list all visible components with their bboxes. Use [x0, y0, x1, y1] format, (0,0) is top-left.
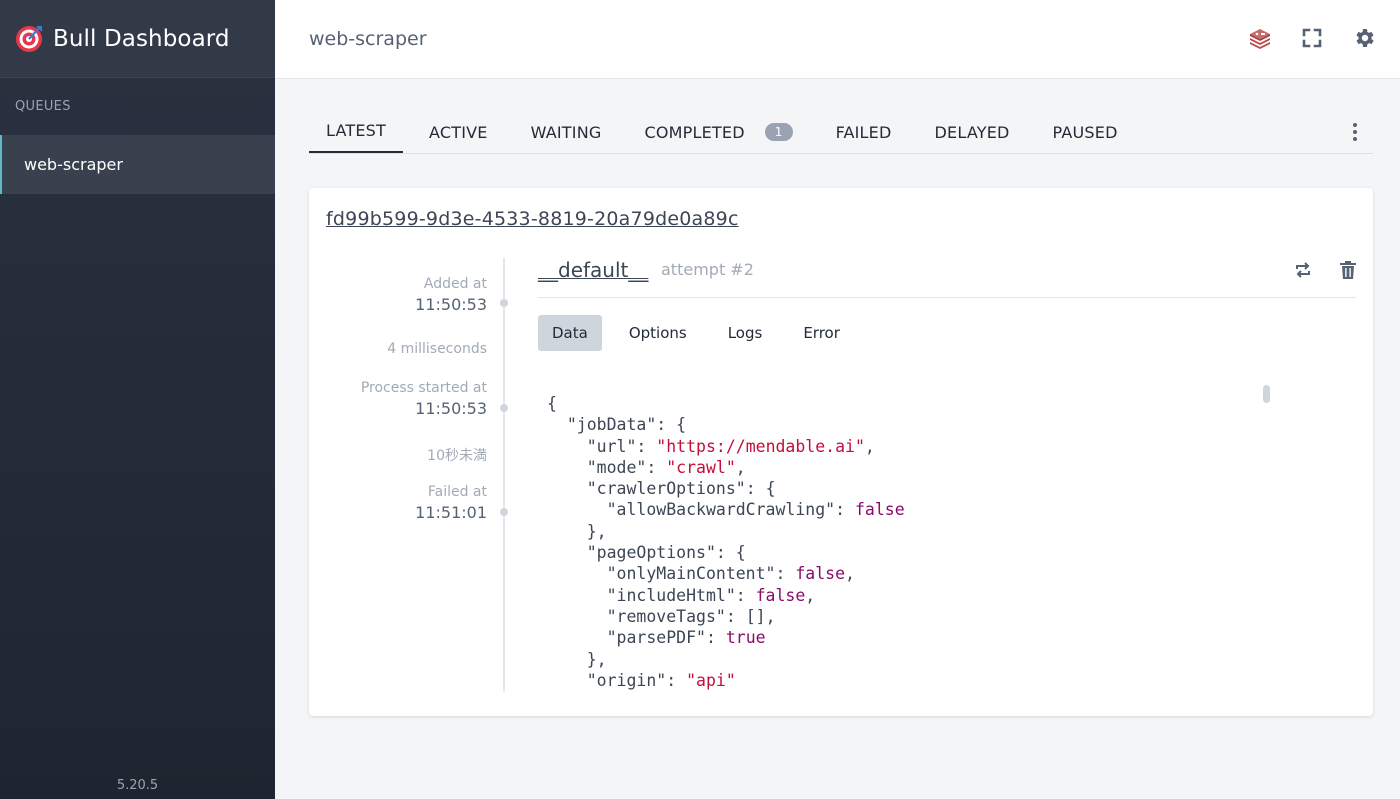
json-line: "removeTags": [], — [606, 606, 776, 626]
brand[interactable]: Bull Dashboard — [0, 0, 275, 78]
failed-dot — [500, 508, 508, 516]
page-title: web-scraper — [309, 28, 427, 50]
json-line: "onlyMainContent": false, — [606, 564, 855, 584]
tab-active[interactable]: ACTIVE — [412, 113, 505, 153]
failed-at-time: 11:51:01 — [415, 503, 487, 522]
app-title: Bull Dashboard — [53, 25, 230, 52]
subtab-error[interactable]: Error — [789, 315, 854, 351]
queue-item-web-scraper[interactable]: web-scraper — [0, 135, 275, 194]
json-line: }, — [547, 649, 607, 669]
tab-completed[interactable]: COMPLETED 1 — [627, 113, 809, 153]
job-card: fd99b599-9d3e-4533-8819-20a79de0a89c Add… — [309, 188, 1373, 716]
tab-latest[interactable]: LATEST — [309, 113, 403, 153]
tab-failed[interactable]: FAILED — [819, 113, 909, 153]
tab-waiting[interactable]: WAITING — [514, 113, 619, 153]
json-line: { — [547, 394, 557, 413]
code-scrollbar[interactable] — [1263, 385, 1270, 403]
json-line: "parsePDF": true — [606, 628, 766, 648]
sidebar: Bull Dashboard QUEUES web-scraper 5.20.5 — [0, 0, 275, 799]
retry-icon[interactable] — [1293, 260, 1313, 280]
json-line: "url": "https://mendable.ai", — [586, 436, 875, 456]
tab-paused[interactable]: PAUSED — [1036, 113, 1135, 153]
json-line: } — [547, 691, 1267, 693]
more-options-icon[interactable] — [1353, 123, 1359, 141]
fullscreen-icon[interactable] — [1298, 24, 1326, 52]
subtab-data[interactable]: Data — [538, 315, 602, 351]
job-id-link[interactable]: fd99b599-9d3e-4533-8819-20a79de0a89c — [326, 208, 739, 230]
job-actions — [1293, 260, 1357, 280]
json-line: "origin": "api" — [586, 670, 736, 690]
json-line: }, — [547, 521, 607, 541]
version-label: 5.20.5 — [116, 778, 159, 793]
process-duration: 10秒未満 — [427, 448, 487, 464]
tab-completed-label: COMPLETED — [644, 123, 745, 142]
started-dot — [500, 404, 508, 412]
queues-heading: QUEUES — [15, 99, 71, 114]
json-line: "jobData": { — [566, 415, 687, 435]
attempt-label: attempt #2 — [661, 260, 754, 279]
subtab-logs[interactable]: Logs — [714, 315, 777, 351]
json-line: "crawlerOptions": { — [586, 479, 776, 499]
header: web-scraper — [275, 0, 1400, 79]
job-name: __default__ — [538, 258, 649, 282]
job-timeline: Added at 11:50:53 4 milliseconds Process… — [309, 258, 508, 698]
json-line: "pageOptions": { — [586, 543, 746, 563]
process-started-time: 11:50:53 — [415, 399, 487, 418]
completed-count-badge: 1 — [764, 123, 793, 141]
settings-gear-icon[interactable] — [1350, 24, 1378, 52]
timeline-line — [503, 258, 505, 692]
added-at-label: Added at — [423, 276, 487, 292]
added-at-time: 11:50:53 — [415, 295, 487, 314]
redis-stack-icon[interactable] — [1246, 24, 1274, 52]
target-logo-icon — [16, 25, 42, 52]
added-dot — [500, 299, 508, 307]
header-divider — [538, 297, 1356, 298]
process-started-label: Process started at — [360, 380, 487, 396]
status-tabs: LATEST ACTIVE WAITING COMPLETED 1 FAILED… — [309, 114, 1373, 154]
delete-trash-icon[interactable] — [1339, 260, 1357, 280]
failed-at-label: Failed at — [427, 484, 487, 500]
tab-delayed[interactable]: DELAYED — [918, 113, 1027, 153]
subtab-options[interactable]: Options — [615, 315, 701, 351]
wait-duration: 4 milliseconds — [387, 341, 487, 357]
json-line: "allowBackwardCrawling": false — [606, 500, 905, 520]
job-detail-tabs: Data Options Logs Error — [538, 315, 867, 351]
json-line: "mode": "crawl", — [586, 457, 746, 477]
job-data-json-viewer[interactable]: { "jobData": { "url": "https://mendable.… — [547, 393, 1267, 693]
header-actions — [1246, 24, 1378, 52]
json-line: "includeHtml": false, — [606, 585, 816, 605]
